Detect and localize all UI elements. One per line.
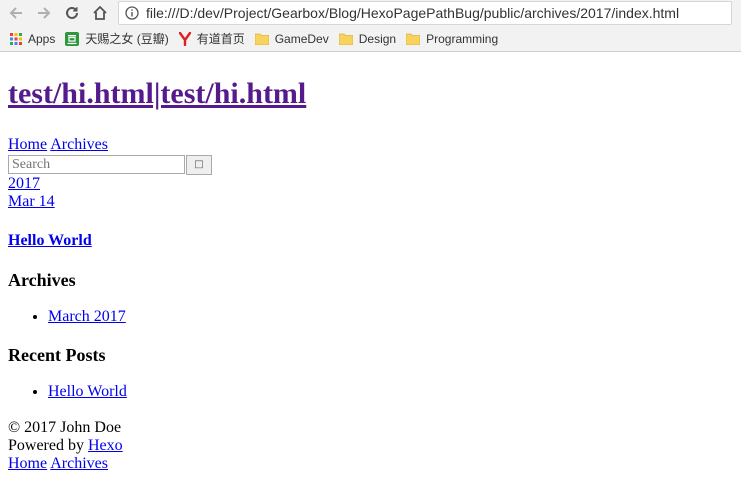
powered-by: Powered by Hexo	[8, 437, 733, 455]
browser-chrome: file:///D:/dev/Project/Gearbox/Blog/Hexo…	[0, 0, 741, 52]
search-form: □	[8, 154, 733, 175]
bookmark-gamedev[interactable]: GameDev	[254, 31, 329, 46]
bookmark-label: Programming	[426, 31, 499, 46]
info-icon[interactable]	[125, 6, 139, 20]
recent-posts-widget-title: Recent Posts	[8, 345, 106, 365]
hexo-link[interactable]: Hexo	[88, 437, 123, 454]
archive-year-row: 2017	[8, 175, 733, 193]
post-title: Hello World	[8, 232, 733, 250]
copyright: © 2017 John Doe	[8, 419, 122, 436]
forward-arrow-icon	[38, 7, 51, 19]
bookmark-label: 有道首页	[196, 32, 245, 46]
bookmark-label: Design	[358, 31, 397, 46]
search-button[interactable]: □	[186, 154, 212, 175]
recent-posts-list: Hello World	[8, 383, 733, 401]
home-button[interactable]	[88, 1, 112, 25]
back-button[interactable]	[4, 1, 28, 25]
archive-month-link[interactable]: March 2017	[48, 308, 126, 325]
folder-icon	[254, 33, 269, 45]
post-date-row: Mar 14	[8, 193, 733, 211]
bookmark-youdao[interactable]: 有道首页	[178, 30, 245, 47]
forward-button[interactable]	[32, 1, 56, 25]
bookmark-label: 天赐之女 (豆瓣)	[85, 32, 169, 46]
reload-button[interactable]	[60, 1, 84, 25]
footer-home-link[interactable]: Home	[8, 455, 47, 472]
list-item: March 2017	[48, 308, 733, 326]
site-title-link[interactable]: test/hi.html|test/hi.html	[8, 77, 306, 110]
address-bar[interactable]: file:///D:/dev/Project/Gearbox/Blog/Hexo…	[118, 1, 732, 25]
search-input[interactable]	[8, 155, 185, 174]
post-title-link[interactable]: Hello World	[8, 232, 92, 249]
post-date-link[interactable]: Mar 14	[8, 193, 55, 210]
back-arrow-icon	[9, 7, 22, 19]
list-item: Hello World	[48, 383, 733, 401]
folder-icon	[406, 33, 421, 45]
recent-post-link[interactable]: Hello World	[48, 383, 127, 400]
folder-icon	[338, 33, 353, 45]
bookmark-label: Apps	[28, 31, 56, 46]
bookmark-apps[interactable]: Apps	[10, 32, 55, 46]
bookmarks-bar: Apps 天赐之女 (豆瓣) 有道首页 GameDev Design Progr…	[0, 26, 741, 51]
footer-archives-link[interactable]: Archives	[50, 455, 108, 472]
url-text: file:///D:/dev/Project/Gearbox/Blog/Hexo…	[146, 5, 680, 21]
archives-list: March 2017	[8, 308, 733, 326]
home-icon	[93, 5, 107, 20]
bookmark-design[interactable]: Design	[338, 31, 397, 46]
site-title: test/hi.html|test/hi.html	[8, 74, 733, 114]
bookmark-douban[interactable]: 天赐之女 (豆瓣)	[65, 30, 169, 47]
archive-year-link[interactable]: 2017	[8, 175, 40, 192]
bookmark-label: GameDev	[274, 31, 329, 46]
powered-by-prefix: Powered by	[8, 437, 88, 454]
nav-archives-link[interactable]: Archives	[50, 136, 108, 153]
search-glyph-icon: □	[194, 159, 204, 170]
apps-grid-icon	[10, 32, 22, 45]
douban-icon	[65, 31, 80, 46]
bookmark-programming[interactable]: Programming	[406, 32, 498, 46]
footer-nav: Home Archives	[8, 455, 733, 473]
nav-home-link[interactable]: Home	[8, 136, 47, 153]
archives-widget-title: Archives	[8, 270, 76, 290]
browser-toolbar: file:///D:/dev/Project/Gearbox/Blog/Hexo…	[0, 0, 741, 26]
page-content: test/hi.html|test/hi.html Home Archives …	[0, 74, 741, 473]
main-nav: Home Archives	[8, 136, 733, 154]
youdao-icon	[178, 31, 191, 46]
footer: © 2017 John Doe Powered by Hexo Home Arc…	[8, 419, 733, 473]
reload-icon	[66, 6, 78, 19]
